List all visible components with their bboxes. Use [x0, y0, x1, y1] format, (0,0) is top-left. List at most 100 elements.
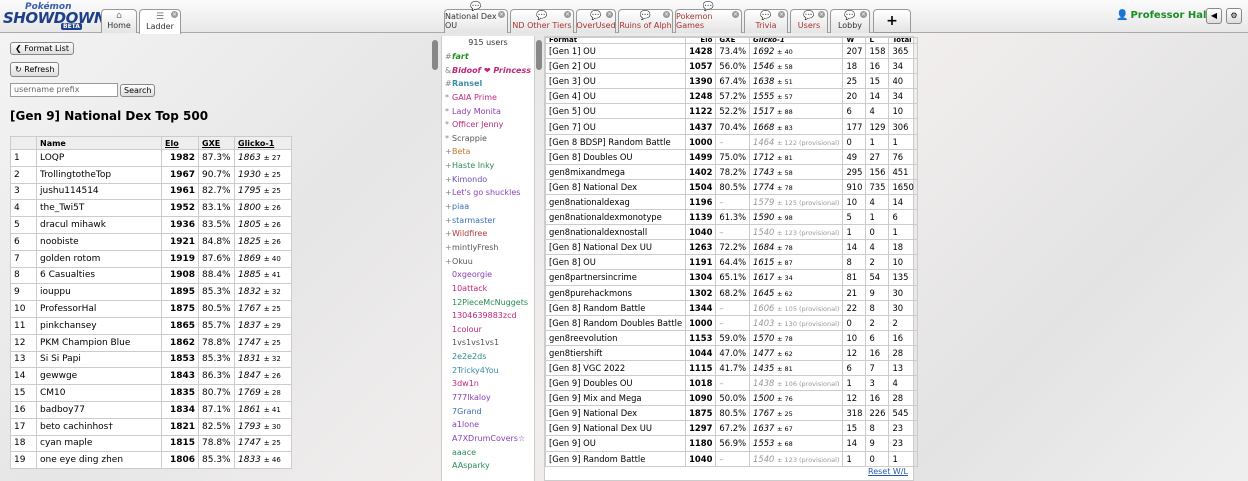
player-name[interactable]: Si Si Papi — [36, 350, 162, 369]
user-list-item[interactable]: +Let's go shuckles — [442, 186, 534, 200]
reset-wl-link[interactable]: Reset W/L — [868, 467, 908, 476]
col-elo[interactable]: Elo — [161, 136, 199, 150]
tab-room-1[interactable]: 💬 ND Other Tiers × — [510, 9, 574, 33]
gxe-cell: – — [715, 133, 751, 150]
user-list-item[interactable]: +piaa — [442, 200, 534, 214]
user-list-item[interactable]: &Bidoof ❤ Princess — [442, 64, 534, 78]
volume-button[interactable]: ◀ — [1206, 8, 1222, 24]
player-name[interactable]: the_Twi5T — [36, 199, 162, 218]
user-list-item[interactable]: +Haste Inky — [442, 159, 534, 173]
user-list-item[interactable]: * Lady Monita — [442, 105, 534, 119]
user-list-item[interactable]: * Scrappie — [442, 132, 534, 146]
user-list-item[interactable]: +Okuu — [442, 255, 534, 269]
col-glicko[interactable]: Glicko-1 — [234, 136, 292, 150]
search-button[interactable]: Search — [120, 84, 156, 97]
user-list-item[interactable]: +Kimondo — [442, 173, 534, 187]
user-list-item[interactable]: 2e2e2ds — [442, 350, 534, 364]
close-icon[interactable]: × — [564, 11, 571, 18]
refresh-button[interactable]: ↻ Refresh — [10, 62, 60, 77]
close-icon[interactable]: × — [778, 11, 785, 18]
tab-room-3[interactable]: 💬 Ruins of Alph × — [618, 9, 673, 33]
tab-room-2[interactable]: 💬 OverUsed × — [576, 9, 616, 33]
user-rank-symbol: * — [445, 133, 449, 143]
user-list-item[interactable]: +starmaster — [442, 214, 534, 228]
ladder-scrollbar[interactable] — [432, 40, 438, 70]
player-name[interactable]: gewwge — [36, 367, 162, 386]
player-name[interactable]: beto cachinhos† — [36, 417, 162, 436]
player-name[interactable]: 6 Casualties — [36, 266, 162, 285]
wins-cell: 0 — [842, 133, 867, 150]
user-list-item[interactable]: 2Tricky4You — [442, 364, 534, 378]
user-list-item[interactable]: #fart — [442, 50, 534, 64]
player-name[interactable]: one eye ding zhen — [36, 451, 162, 470]
user-list-item[interactable]: #Ransel — [442, 77, 534, 91]
close-icon[interactable]: × — [860, 11, 867, 18]
tab-room-4[interactable]: 💬 Pokemon Games × — [675, 2, 742, 33]
user-list-item[interactable]: +mintlyFresh — [442, 241, 534, 255]
tab-room-7[interactable]: 💬 Lobby × — [830, 9, 870, 33]
player-name[interactable]: dracul mihawk — [36, 216, 162, 234]
player-name[interactable]: ProfessorHal — [36, 300, 162, 318]
tab-ladder[interactable]: ☰ Ladder × — [139, 9, 181, 34]
player-name[interactable]: cyan maple — [36, 434, 162, 453]
player-name[interactable]: LOQP — [36, 149, 162, 167]
user-name-button[interactable]: 👤 Professor Hal — [1116, 10, 1206, 21]
volume-icon: ◀ — [1210, 11, 1218, 20]
user-list-item[interactable]: * Officer Jenny — [442, 118, 534, 132]
tab-room-5[interactable]: 💬 Trivia × — [744, 9, 788, 33]
user-rank-symbol: + — [445, 215, 452, 225]
user-list-item[interactable]: 777lkaloy — [442, 391, 534, 405]
user-list-item[interactable]: 10attack — [442, 282, 534, 296]
user-list-item[interactable]: 3dw1n — [442, 377, 534, 391]
user-list-item[interactable]: a1lone — [442, 418, 534, 432]
user-list-item[interactable]: 0xgeorgie — [442, 268, 534, 282]
user-list-item[interactable]: 12PieceMcNuggets — [442, 296, 534, 310]
user-list-item[interactable]: 1colour — [442, 323, 534, 337]
player-name[interactable]: badboy77 — [36, 400, 162, 419]
glicko-deviation: ± 58 — [777, 63, 793, 72]
username-search-input[interactable]: username prefix — [10, 83, 118, 97]
player-name[interactable]: jushu114514 — [36, 182, 162, 201]
glicko-value: 1579 — [753, 196, 775, 207]
settings-button[interactable]: ⚙ — [1226, 8, 1242, 24]
glicko-deviation: ± 32 — [263, 355, 281, 364]
player-name[interactable]: golden rotom — [36, 249, 162, 268]
gxe-cell: 80.5% — [715, 178, 751, 195]
close-icon[interactable]: × — [818, 11, 825, 18]
col-gxe[interactable]: GXE — [198, 136, 235, 150]
glicko-deviation: ± 25 — [263, 170, 281, 179]
close-icon[interactable]: × — [732, 11, 739, 18]
format-cell: gen8nationaldexmonotype — [544, 209, 687, 226]
format-list-button[interactable]: ❮ Format List — [10, 42, 74, 55]
player-name[interactable]: PKM Champion Blue — [36, 333, 162, 352]
user-list-item[interactable]: A7XDrumCovers☆ — [442, 432, 534, 446]
glicko-value: 1712 — [753, 151, 775, 162]
glicko-deviation: ± 29 — [263, 321, 281, 330]
user-list-item[interactable]: +Beta — [442, 145, 534, 159]
user-list-item[interactable]: 7Grand — [442, 405, 534, 419]
user-list-item[interactable]: +Wildfiree — [442, 227, 534, 241]
showdown-logo[interactable]: Pokémon SHOWDOWN BETA — [3, 2, 106, 30]
userlist-scrollbar[interactable] — [536, 40, 542, 70]
close-icon[interactable]: × — [498, 11, 505, 18]
close-icon[interactable]: × — [171, 11, 178, 18]
player-name[interactable]: TrollingtotheTop — [36, 165, 162, 184]
tab-room-0[interactable]: 💬 National Dex OU × — [444, 2, 508, 33]
player-name[interactable]: CM10 — [36, 384, 162, 402]
player-name[interactable]: iouppu — [36, 283, 162, 302]
user-rank-symbol: + — [445, 202, 452, 212]
tab-room-6[interactable]: 💬 Users × — [790, 9, 828, 33]
losses-cell: 16 — [865, 344, 890, 361]
user-list-item[interactable]: 1vs1vs1vs1 — [442, 336, 534, 350]
player-name[interactable]: noobiste — [36, 232, 162, 251]
user-list-item[interactable]: * GAIA Prime — [442, 91, 534, 105]
close-icon[interactable]: × — [606, 11, 613, 18]
user-rank-symbol: + — [445, 229, 452, 239]
user-list-item[interactable]: AAsparky — [442, 459, 534, 473]
new-room-button[interactable]: + — [873, 9, 911, 33]
user-list-item[interactable]: aaace — [442, 446, 534, 460]
player-name[interactable]: pinkchansey — [36, 316, 162, 335]
tab-home[interactable]: ⌂ Home — [101, 9, 137, 33]
close-icon[interactable]: × — [663, 11, 670, 18]
user-list-item[interactable]: 1304639883zcd — [442, 309, 534, 323]
